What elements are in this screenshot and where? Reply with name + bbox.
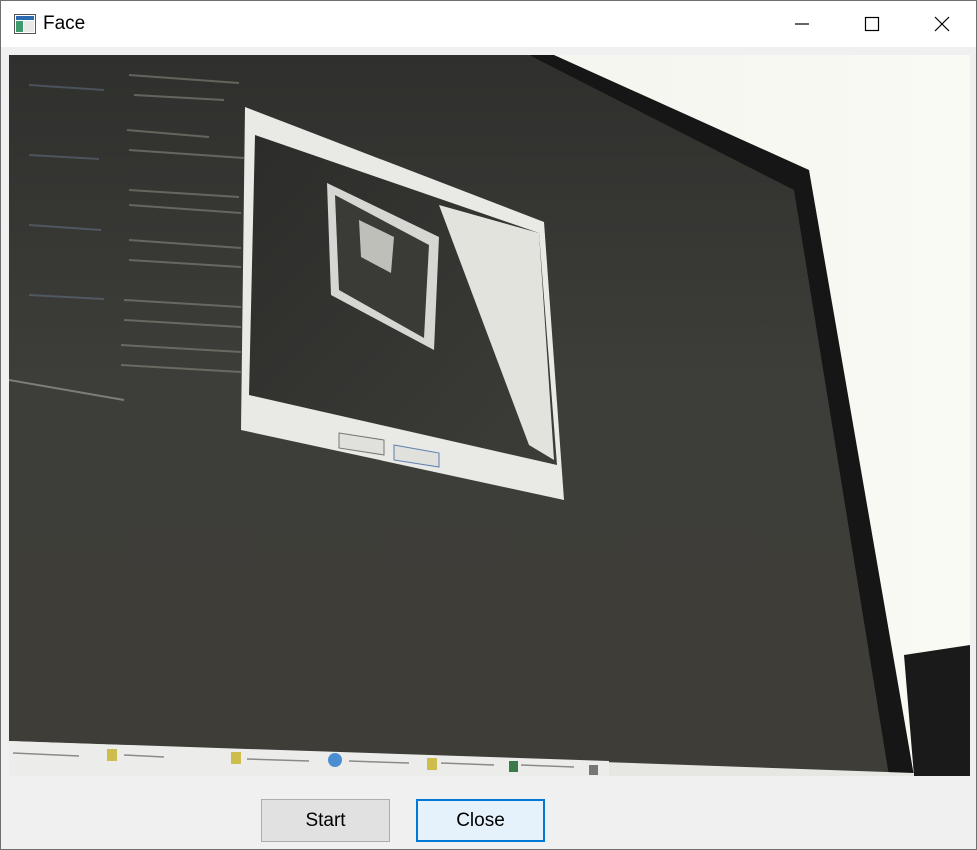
camera-feed-image: [9, 55, 970, 776]
minimize-button[interactable]: [766, 1, 837, 47]
maximize-button[interactable]: [836, 1, 907, 47]
close-window-button[interactable]: [906, 1, 976, 47]
close-button[interactable]: Close: [416, 799, 545, 842]
app-icon: [14, 14, 36, 34]
maximize-icon: [864, 16, 879, 32]
title-bar[interactable]: Face: [1, 1, 976, 47]
close-icon: [934, 16, 949, 32]
minimize-icon: [794, 23, 809, 25]
start-button[interactable]: Start: [261, 799, 390, 842]
window-title: Face: [43, 13, 86, 34]
face-window: Face Start Close: [0, 0, 977, 850]
client-area-top: [1, 47, 976, 55]
